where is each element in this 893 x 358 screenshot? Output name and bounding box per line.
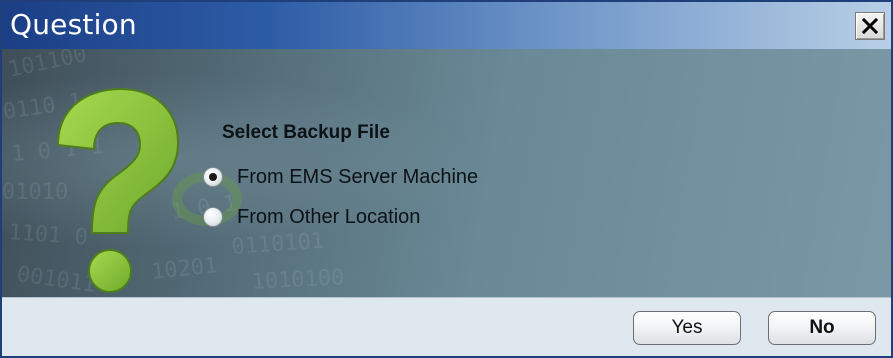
close-button[interactable] bbox=[855, 12, 885, 40]
title-bar[interactable]: Question bbox=[2, 2, 891, 49]
svg-text:1010100: 1010100 bbox=[251, 265, 345, 295]
button-bar: Yes No bbox=[2, 297, 891, 356]
radio-label-other-location: From Other Location bbox=[237, 205, 421, 228]
radio-option-other-location[interactable]: From Other Location bbox=[203, 204, 420, 230]
group-label: Select Backup File bbox=[222, 122, 390, 143]
yes-button[interactable]: Yes bbox=[633, 311, 741, 345]
question-mark-icon bbox=[44, 87, 184, 297]
radio-option-ems-server[interactable]: From EMS Server Machine bbox=[203, 164, 478, 190]
radio-button-selected[interactable] bbox=[203, 167, 223, 187]
close-icon bbox=[862, 18, 878, 34]
no-button[interactable]: No bbox=[768, 311, 876, 345]
radio-label-ems-server: From EMS Server Machine bbox=[237, 165, 479, 188]
window-title: Question bbox=[10, 8, 137, 41]
radio-dot bbox=[209, 173, 217, 181]
dialog-content: 101100 0110 1 1 0 1 1 01010 1101 0 00101… bbox=[2, 49, 891, 297]
question-dialog: Question 101100 0110 1 1 0 1 1 01010 110… bbox=[0, 0, 893, 358]
radio-button-unselected[interactable] bbox=[203, 207, 223, 227]
